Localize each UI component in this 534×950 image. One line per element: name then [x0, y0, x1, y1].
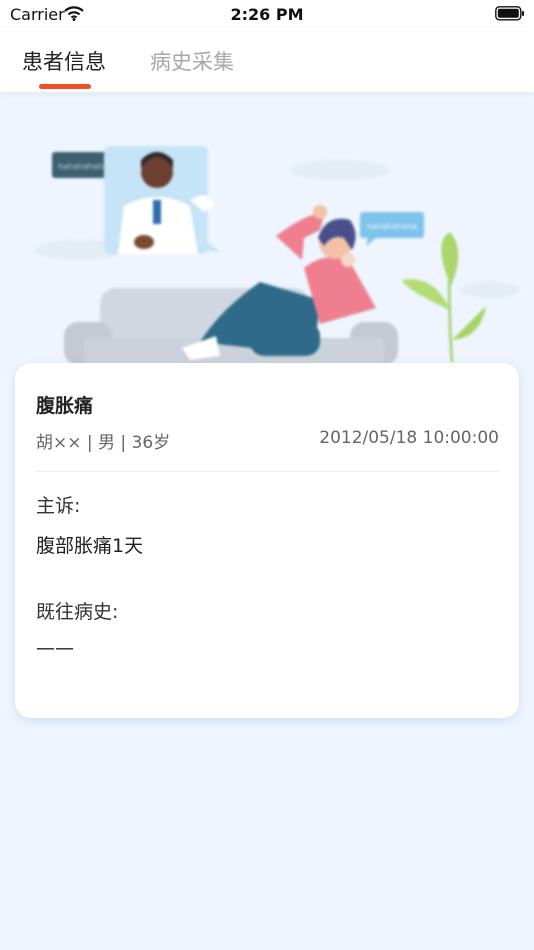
consultation-illustration: hahahahaha hahahahaha [35, 146, 520, 365]
past-history-value: —— [36, 637, 74, 659]
background-blob [460, 282, 520, 298]
patient-arm [276, 214, 324, 260]
chief-complaint-label: 主诉: [36, 495, 81, 517]
diagnosis-title: 腹胀痛 [36, 395, 94, 417]
battery-icon [495, 6, 524, 21]
divider [36, 471, 499, 472]
patient-record-card: 腹胀痛 胡×× | 男 | 36岁 2012/05/18 10:00:00 主诉… [15, 363, 519, 718]
chat-bubble-text-left: hahahahaha [58, 162, 108, 171]
visit-time: 2012/05/18 10:00:00 [319, 428, 499, 448]
active-tab-indicator [39, 84, 91, 89]
tab-history-collection[interactable]: 病史采集 [150, 46, 234, 76]
status-bar: Carrier 2:26 PM [0, 0, 534, 28]
tab-bar: 患者信息 病史采集 [0, 28, 534, 92]
plant-leaf [441, 232, 459, 286]
chat-bubble-text-right: hahahahaha [367, 222, 417, 231]
plant-leaf [402, 279, 450, 310]
tab-patient-info[interactable]: 患者信息 [22, 46, 106, 76]
past-history-label: 既往病史: [36, 601, 119, 623]
plant-leaf [452, 306, 486, 340]
patient-info: 胡×× | 男 | 36岁 [36, 433, 171, 453]
chief-complaint-value: 腹部胀痛1天 [36, 535, 144, 557]
clock: 2:26 PM [230, 5, 304, 24]
background-blob [290, 160, 390, 180]
